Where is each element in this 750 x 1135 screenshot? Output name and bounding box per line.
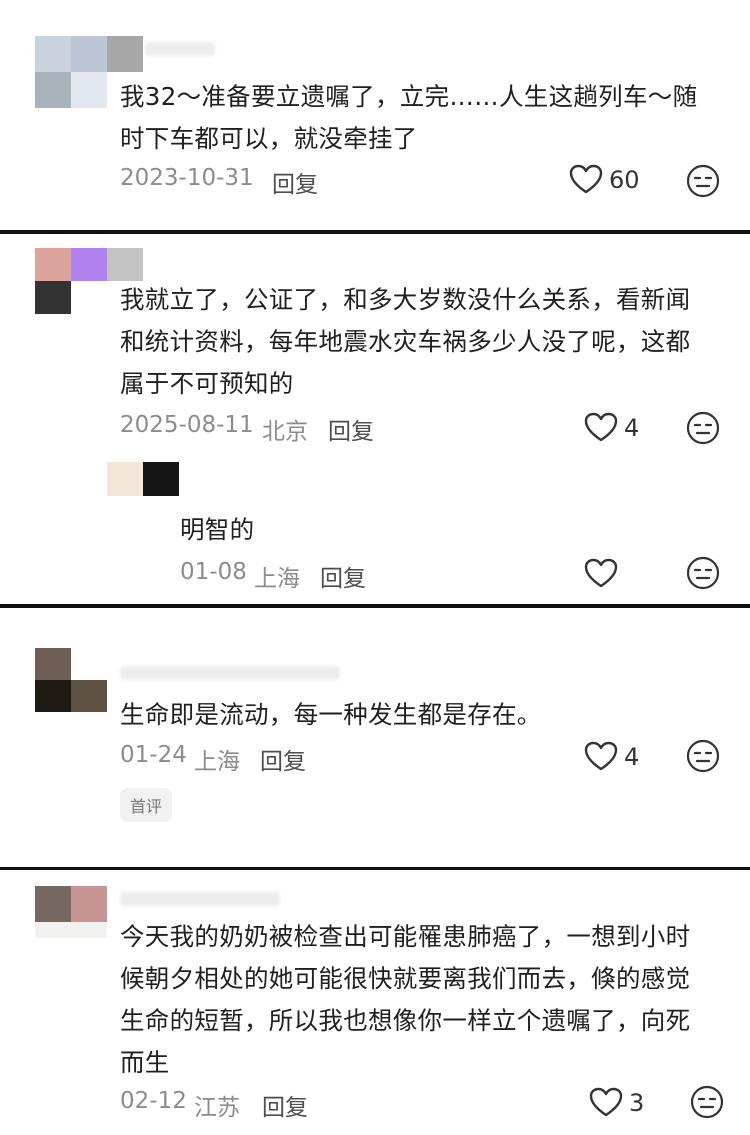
reply-avatar[interactable]	[107, 462, 179, 496]
neutral-face-icon[interactable]	[686, 739, 720, 773]
comment-text: 我就立了，公证了，和多大岁数没什么关系，看新闻 和统计资料，每年地震水灾车祸多少…	[120, 285, 691, 398]
reply-date: 01-08	[180, 559, 247, 585]
like-count: 60	[609, 165, 640, 194]
username-blurred[interactable]	[120, 892, 280, 906]
comment-location: 上海	[194, 749, 240, 775]
avatar[interactable]	[35, 886, 107, 938]
comment-text: 生命即是流动，每一种发生都是存在。	[120, 700, 542, 729]
like-button[interactable]: 4	[584, 741, 639, 772]
like-button[interactable]: 60	[569, 164, 640, 195]
first-comment-badge: 首评	[120, 788, 173, 822]
username-blurred[interactable]	[145, 42, 215, 56]
heart-outline-icon	[569, 164, 603, 194]
reply-button[interactable]: 回复	[272, 165, 318, 199]
reply-text: 明智的	[180, 515, 255, 544]
comment-text: 我32～准备要立遗嘱了，立完……人生这趟列车～随 时下车都可以，就没牵挂了	[120, 82, 698, 153]
comment-date: 2025-08-11	[120, 412, 254, 438]
comment-card: 我32～准备要立遗嘱了，立完……人生这趟列车～随 时下车都可以，就没牵挂了 20…	[0, 0, 750, 232]
reply-button[interactable]: 回复	[262, 1088, 308, 1122]
avatar[interactable]	[35, 648, 107, 712]
heart-outline-icon	[584, 412, 618, 442]
neutral-face-icon[interactable]	[686, 164, 720, 198]
comment-date: 2023-10-31	[120, 165, 254, 191]
comment-date: 02-12	[120, 1088, 187, 1114]
comment-card: 我就立了，公证了，和多大岁数没什么关系，看新闻 和统计资料，每年地震水灾车祸多少…	[0, 234, 750, 606]
neutral-face-icon[interactable]	[686, 411, 720, 445]
like-button[interactable]: 4	[584, 412, 639, 443]
comment-location: 北京	[262, 419, 308, 445]
heart-outline-icon	[589, 1087, 623, 1117]
comment-text: 今天我的奶奶被检查出可能罹患肺癌了，一想到小时 候朝夕相处的她可能很快就要离我们…	[120, 922, 691, 1077]
neutral-face-icon[interactable]	[686, 556, 720, 590]
like-button[interactable]: 3	[589, 1087, 644, 1118]
reply-location: 上海	[254, 566, 300, 592]
neutral-face-icon[interactable]	[690, 1085, 724, 1119]
reply-button[interactable]: 回复	[328, 412, 374, 446]
comment-card: 生命即是流动，每一种发生都是存在。 01-24 上海 回复 4 首评	[0, 608, 750, 868]
like-button[interactable]	[584, 558, 618, 589]
username-blurred[interactable]	[120, 666, 340, 680]
comment-date: 01-24	[120, 742, 187, 768]
like-count: 3	[629, 1088, 645, 1117]
like-count: 4	[624, 742, 640, 771]
heart-outline-icon	[584, 558, 618, 588]
comment-location: 江苏	[194, 1095, 240, 1121]
like-count: 4	[624, 413, 640, 442]
reply-button[interactable]: 回复	[320, 559, 366, 593]
heart-outline-icon	[584, 741, 618, 771]
reply-button[interactable]: 回复	[260, 742, 306, 776]
comment-card: 今天我的奶奶被检查出可能罹患肺癌了，一想到小时 候朝夕相处的她可能很快就要离我们…	[0, 870, 750, 1135]
